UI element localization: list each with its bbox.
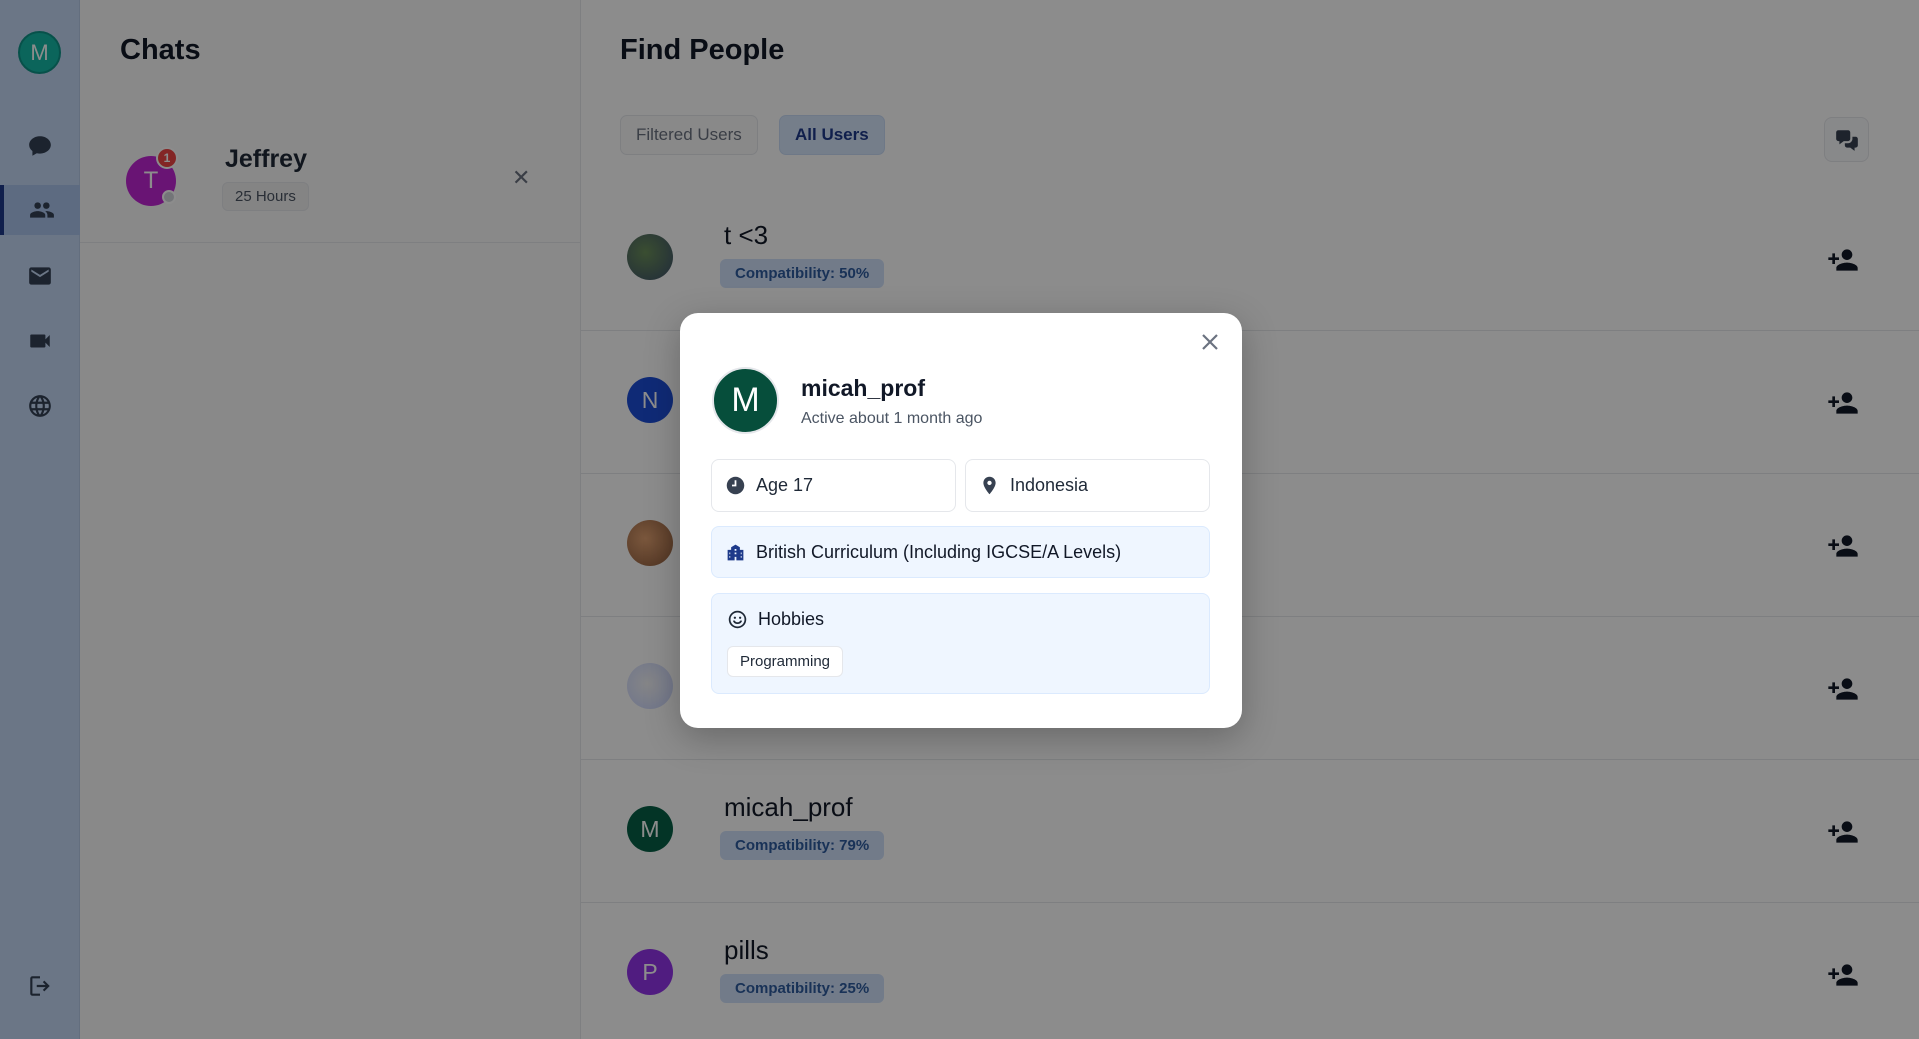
- age-value: Age 17: [756, 475, 814, 495]
- location-field: Indonesia: [965, 459, 1210, 512]
- clock-icon: [726, 476, 745, 495]
- smile-icon: [728, 610, 747, 629]
- profile-name: micah_prof: [801, 375, 925, 401]
- profile-status: Active about 1 month ago: [801, 410, 983, 427]
- hobbies-section: Hobbies Programming: [711, 593, 1210, 694]
- hobby-chip: Programming: [727, 646, 844, 677]
- avatar: M: [712, 367, 779, 434]
- hobbies-header: Hobbies: [727, 609, 824, 630]
- school-icon: [727, 544, 744, 560]
- hobbies-label: Hobbies: [758, 609, 825, 629]
- location-pin-icon: [983, 476, 996, 495]
- location-value: Indonesia: [1010, 475, 1089, 495]
- curriculum-value: British Curriculum (Including IGCSE/A Le…: [756, 541, 1122, 562]
- profile-modal: M micah_prof Active about 1 month ago Ag…: [680, 313, 1242, 728]
- age-field: Age 17: [711, 459, 956, 512]
- close-modal-button[interactable]: [1197, 329, 1223, 355]
- curriculum-field: British Curriculum (Including IGCSE/A Le…: [711, 526, 1210, 578]
- close-icon: [1202, 334, 1218, 350]
